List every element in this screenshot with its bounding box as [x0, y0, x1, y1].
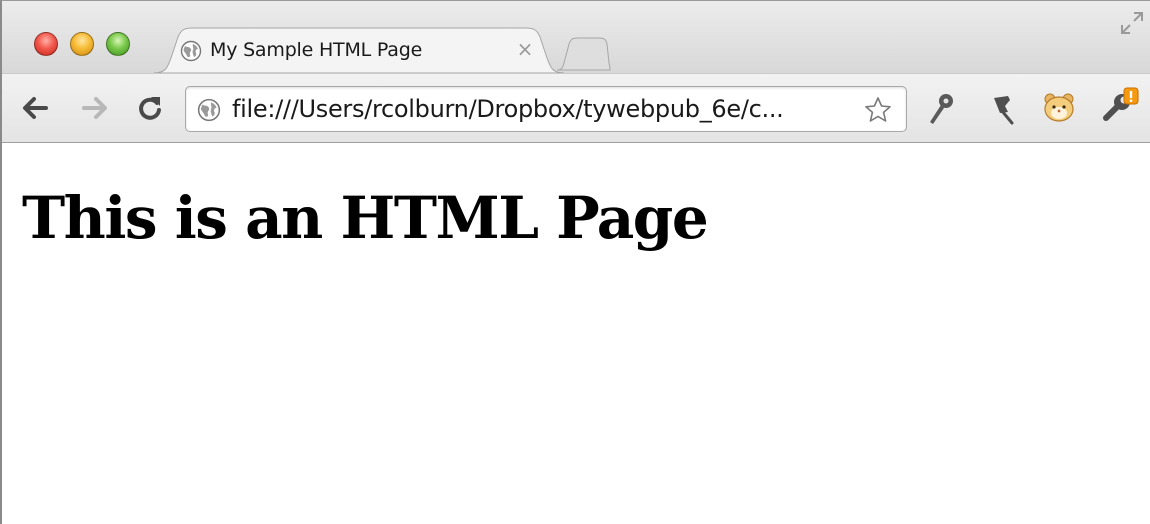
- url-input[interactable]: [232, 93, 852, 125]
- tab-strip: My Sample HTML Page ×: [2, 1, 1150, 73]
- globe-icon: [197, 98, 221, 126]
- forward-arrow-icon[interactable]: [82, 96, 108, 124]
- address-bar[interactable]: [185, 86, 907, 132]
- page-content: This is an HTML Page: [2, 144, 1150, 524]
- new-tab-button[interactable]: [555, 37, 611, 75]
- fullscreen-icon[interactable]: [1120, 11, 1144, 39]
- reload-icon[interactable]: [136, 94, 164, 126]
- tab-my-sample-html-page[interactable]: My Sample HTML Page ×: [154, 27, 564, 73]
- browser-toolbar: [2, 73, 1150, 143]
- pin-icon[interactable]: [988, 92, 1018, 130]
- page-heading: This is an HTML Page: [22, 184, 709, 252]
- close-window-button[interactable]: [34, 32, 58, 56]
- tab-close-icon[interactable]: ×: [514, 38, 536, 60]
- globe-icon: [180, 40, 202, 62]
- browser-window: My Sample HTML Page × file:///Users/rcol…: [0, 0, 1150, 524]
- minimize-window-button[interactable]: [70, 32, 94, 56]
- wrench-icon[interactable]: [1100, 86, 1140, 130]
- back-arrow-icon[interactable]: [22, 96, 48, 124]
- pushpin-key-icon[interactable]: [926, 92, 956, 130]
- hamster-icon[interactable]: [1042, 90, 1076, 128]
- tab-title: My Sample HTML Page: [210, 39, 423, 61]
- zoom-window-button[interactable]: [106, 32, 130, 56]
- bookmark-star-icon[interactable]: [864, 96, 892, 128]
